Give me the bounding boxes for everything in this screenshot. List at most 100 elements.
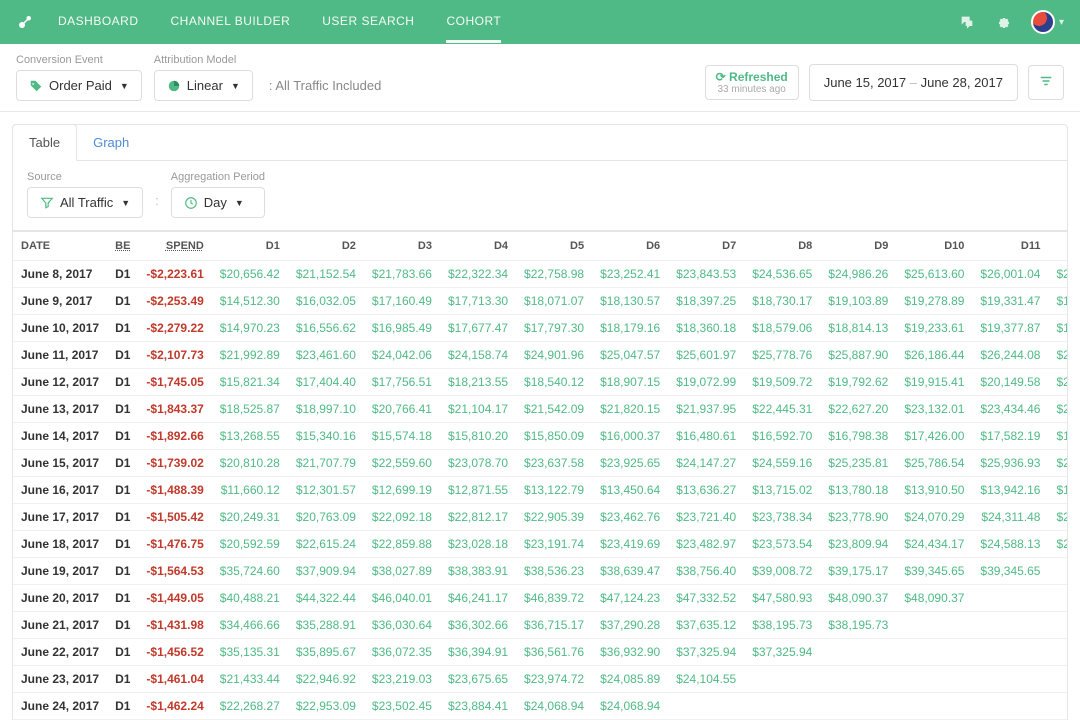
col-d5[interactable]: D5 — [516, 232, 592, 261]
cell-value: $39,345.65 — [972, 558, 1048, 585]
cell-value: $12,301.57 — [288, 477, 364, 504]
source-select[interactable]: All Traffic ▼ — [27, 187, 143, 218]
col-d12[interactable]: D12 — [1048, 232, 1068, 261]
col-d9[interactable]: D9 — [820, 232, 896, 261]
table-row: June 24, 2017D1-$1,462.24$22,268.27$22,9… — [13, 693, 1068, 720]
cell-value: $16,480.61 — [668, 423, 744, 450]
cell-value: $17,677.47 — [440, 315, 516, 342]
cell-be: D1 — [107, 504, 138, 531]
cell-value: $13,268.55 — [212, 423, 288, 450]
col-d1[interactable]: D1 — [212, 232, 288, 261]
cell-value: $24,104.55 — [668, 666, 744, 693]
tab-graph[interactable]: Graph — [77, 125, 145, 160]
col-d7[interactable]: D7 — [668, 232, 744, 261]
cell-value: $22,559.60 — [364, 450, 440, 477]
cell-value: $37,325.94 — [744, 639, 820, 666]
cell-value: $22,445.31 — [744, 396, 820, 423]
cell-value: $24,158.74 — [440, 342, 516, 369]
cell-value: $24,068.94 — [592, 693, 668, 720]
cell-value: $39,345.65 — [896, 558, 972, 585]
cell-value: $36,715.17 — [516, 612, 592, 639]
gear-icon[interactable] — [995, 14, 1011, 30]
cell-spend: -$1,449.05 — [138, 585, 211, 612]
cell-value: $25,786.54 — [896, 450, 972, 477]
col-d3[interactable]: D3 — [364, 232, 440, 261]
cell-value: $21,783.66 — [364, 261, 440, 288]
col-d10[interactable]: D10 — [896, 232, 972, 261]
nav-cohort[interactable]: COHORT — [446, 2, 501, 43]
attribution-select[interactable]: Linear ▼ — [154, 70, 253, 101]
col-d6[interactable]: D6 — [592, 232, 668, 261]
cell-value: $18,360.18 — [668, 315, 744, 342]
cell-value: $21,937.95 — [668, 396, 744, 423]
cell-value: $38,383.91 — [440, 558, 516, 585]
cell-value: $24,536.65 — [744, 261, 820, 288]
cell-value: $48,090.37 — [820, 585, 896, 612]
cell-date: June 19, 2017 — [13, 558, 107, 585]
cell-value: $20,149.58 — [972, 369, 1048, 396]
cell-value: $19,278.89 — [896, 288, 972, 315]
cell-value: $22,615.24 — [288, 531, 364, 558]
cell-value — [668, 693, 744, 720]
cell-value: $20,656.42 — [212, 261, 288, 288]
caret-icon: ▼ — [121, 198, 130, 208]
conversion-select[interactable]: Order Paid ▼ — [16, 70, 142, 101]
user-menu[interactable]: ▾ — [1031, 10, 1064, 34]
aggregation-select[interactable]: Day ▼ — [171, 187, 265, 218]
caret-icon: ▼ — [231, 81, 240, 91]
cell-value: $21,707.79 — [288, 450, 364, 477]
nav-dashboard[interactable]: DASHBOARD — [58, 2, 139, 43]
cell-value: $37,325.94 — [668, 639, 744, 666]
col-date[interactable]: DATE — [13, 232, 107, 261]
cell-value: $14,970.23 — [212, 315, 288, 342]
refresh-button[interactable]: ⟳ Refreshed 33 minutes ago — [705, 65, 799, 100]
cell-spend: -$1,456.52 — [138, 639, 211, 666]
nav-channel-builder[interactable]: CHANNEL BUILDER — [171, 2, 291, 43]
cell-value: $19,729.19 — [1048, 288, 1068, 315]
cell-value — [972, 585, 1048, 612]
data-table-wrapper[interactable]: DATEBESPENDD1D2D3D4D5D6D7D8D9D10D11D12D1… — [12, 232, 1068, 720]
cell-be: D1 — [107, 585, 138, 612]
chevron-down-icon: ▾ — [1059, 17, 1064, 28]
cell-value: $21,820.15 — [592, 396, 668, 423]
chat-icon[interactable] — [959, 14, 975, 30]
cell-spend: -$1,488.39 — [138, 477, 211, 504]
cell-value: $22,953.09 — [288, 693, 364, 720]
cell-value — [820, 639, 896, 666]
col-d4[interactable]: D4 — [440, 232, 516, 261]
cohort-table: DATEBESPENDD1D2D3D4D5D6D7D8D9D10D11D12D1… — [13, 232, 1068, 720]
date-range-picker[interactable]: June 15, 2017 – June 28, 2017 — [809, 64, 1018, 101]
cell-value — [744, 666, 820, 693]
cell-value: $21,152.54 — [288, 261, 364, 288]
refresh-subtitle: 33 minutes ago — [716, 84, 788, 95]
cell-value: $17,797.30 — [516, 315, 592, 342]
col-d11[interactable]: D11 — [972, 232, 1048, 261]
col-d2[interactable]: D2 — [288, 232, 364, 261]
cell-spend: -$2,107.73 — [138, 342, 211, 369]
tag-icon — [29, 79, 43, 93]
col-d8[interactable]: D8 — [744, 232, 820, 261]
cell-value — [972, 693, 1048, 720]
nav-user-search[interactable]: USER SEARCH — [322, 2, 414, 43]
table-row: June 12, 2017D1-$1,745.05$15,821.34$17,4… — [13, 369, 1068, 396]
cell-value: $18,540.12 — [516, 369, 592, 396]
sort-button[interactable] — [1028, 65, 1064, 100]
cell-value: $19,103.89 — [820, 288, 896, 315]
cell-value: $22,905.39 — [516, 504, 592, 531]
cell-date: June 11, 2017 — [13, 342, 107, 369]
tab-table[interactable]: Table — [12, 124, 77, 161]
attribution-value: Linear — [187, 78, 223, 93]
cell-value — [972, 612, 1048, 639]
cell-value — [896, 693, 972, 720]
col-spend[interactable]: SPEND — [138, 232, 211, 261]
col-be[interactable]: BE — [107, 232, 138, 261]
cell-value — [1048, 693, 1068, 720]
table-row: June 20, 2017D1-$1,449.05$40,488.21$44,3… — [13, 585, 1068, 612]
logo-icon[interactable] — [16, 13, 34, 31]
cell-be: D1 — [107, 639, 138, 666]
sort-icon — [1039, 74, 1053, 88]
cell-be: D1 — [107, 288, 138, 315]
cell-date: June 15, 2017 — [13, 450, 107, 477]
source-value: All Traffic — [60, 195, 113, 210]
cell-be: D1 — [107, 693, 138, 720]
